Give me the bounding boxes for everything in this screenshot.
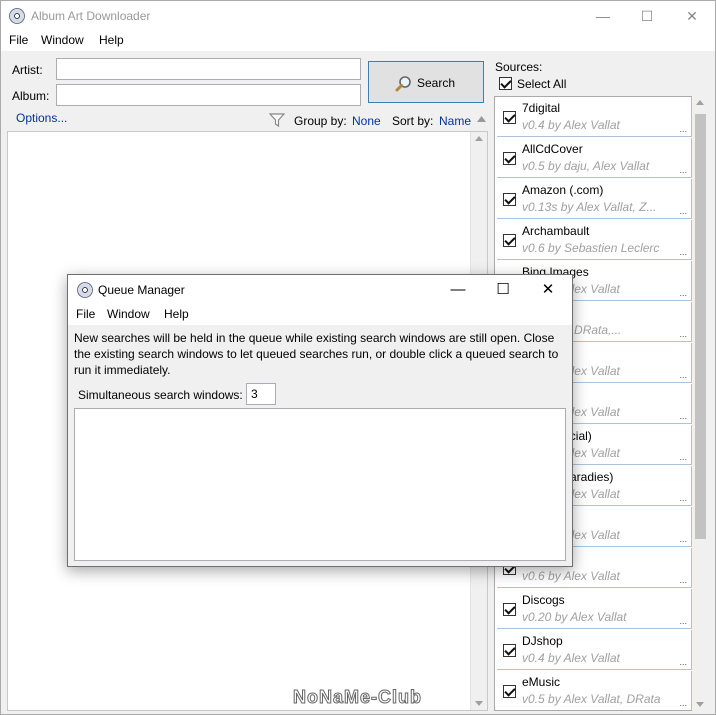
source-checkbox[interactable] <box>503 193 516 206</box>
source-checkbox[interactable] <box>503 685 516 698</box>
source-version: v0.4 by Alex Vallat <box>522 651 620 665</box>
source-options-icon[interactable]: ... <box>679 534 687 544</box>
source-checkbox[interactable] <box>503 603 516 616</box>
select-all-label[interactable]: Select All <box>517 77 566 91</box>
simultaneous-input[interactable]: 3 <box>246 383 276 405</box>
sources-header: Sources: <box>495 60 543 74</box>
source-version: v0.5 by daju, Alex Vallat <box>522 159 650 173</box>
source-options-icon[interactable]: ... <box>679 288 687 298</box>
scroll-down-icon[interactable] <box>696 702 704 707</box>
source-name: Discogs <box>522 593 565 607</box>
source-options-icon[interactable]: ... <box>679 329 687 339</box>
source-item[interactable]: Archambault v0.6 by Sebastien Leclerc ..… <box>497 220 692 260</box>
source-options-icon[interactable]: ... <box>679 452 687 462</box>
source-options-icon[interactable]: ... <box>679 616 687 626</box>
source-version: v0.20 by Alex Vallat <box>522 610 627 624</box>
title-bar[interactable]: Album Art Downloader — ☐ ✕ <box>1 1 715 31</box>
watermark: NoNaMe-Club <box>293 687 422 708</box>
dialog-minimize-button[interactable]: — <box>435 275 481 305</box>
minimize-button[interactable]: — <box>580 1 626 31</box>
source-version: v0.6 by Alex Vallat <box>522 569 620 583</box>
source-options-icon[interactable]: ... <box>679 698 687 708</box>
source-options-icon[interactable]: ... <box>679 165 687 175</box>
options-link[interactable]: Options... <box>16 111 67 125</box>
source-checkbox[interactable] <box>503 234 516 247</box>
app-disc-icon <box>77 282 93 298</box>
album-input[interactable] <box>56 84 361 106</box>
dialog-menu-help[interactable]: Help <box>164 307 189 321</box>
source-item[interactable]: Discogs v0.20 by Alex Vallat ... <box>497 589 692 629</box>
album-label: Album: <box>12 89 50 103</box>
source-item[interactable]: eMusic v0.5 by Alex Vallat, DRata ... <box>497 671 692 710</box>
source-version: v0.13s by Alex Vallat, Z... <box>522 200 657 214</box>
dialog-menu-window[interactable]: Window <box>107 307 150 321</box>
source-item[interactable]: DJshop v0.4 by Alex Vallat ... <box>497 630 692 670</box>
source-options-icon[interactable]: ... <box>679 124 687 134</box>
source-options-icon[interactable]: ... <box>679 370 687 380</box>
source-item[interactable]: AllCdCover v0.5 by daju, Alex Vallat ... <box>497 138 692 178</box>
dialog-close-button[interactable]: ✕ <box>525 275 571 305</box>
source-name: AllCdCover <box>522 142 583 156</box>
source-item[interactable]: 7digital v0.4 by Alex Vallat ... <box>497 97 692 137</box>
source-options-icon[interactable]: ... <box>679 411 687 421</box>
source-checkbox[interactable] <box>503 644 516 657</box>
sort-by-label: Sort by: <box>392 114 434 128</box>
source-options-icon[interactable]: ... <box>679 247 687 257</box>
select-all-checkbox[interactable] <box>499 77 512 90</box>
source-options-icon[interactable]: ... <box>679 493 687 503</box>
source-name: Archambault <box>522 224 590 238</box>
menu-file[interactable]: File <box>9 33 28 47</box>
search-button-label: Search <box>417 76 456 90</box>
artist-label: Artist: <box>12 63 43 77</box>
menu-bar: File Window Help <box>1 31 715 51</box>
source-options-icon[interactable]: ... <box>679 575 687 585</box>
source-checkbox[interactable] <box>503 111 516 124</box>
scroll-down-icon[interactable] <box>475 701 483 706</box>
dialog-menu-bar: File Window Help <box>68 305 572 325</box>
source-version: v0.5 by Alex Vallat, DRata <box>522 692 661 706</box>
sources-scrollbar[interactable] <box>692 96 709 711</box>
close-button[interactable]: ✕ <box>669 1 715 31</box>
source-name: Amazon (.com) <box>522 183 604 197</box>
search-icon <box>395 76 411 92</box>
queue-manager-dialog: Queue Manager — ☐ ✕ File Window Help New… <box>67 274 573 567</box>
queue-info-text: New searches will be held in the queue w… <box>74 331 559 377</box>
filter-icon[interactable] <box>269 113 285 127</box>
dialog-title-bar[interactable]: Queue Manager — ☐ ✕ <box>68 275 572 305</box>
dialog-menu-file[interactable]: File <box>76 307 95 321</box>
maximize-button[interactable]: ☐ <box>624 1 670 31</box>
simultaneous-label: Simultaneous search windows: <box>78 388 243 402</box>
source-options-icon[interactable]: ... <box>679 206 687 216</box>
source-options-icon[interactable]: ... <box>679 657 687 667</box>
source-version: v0.4 by Alex Vallat <box>522 118 620 132</box>
sort-by-value[interactable]: Name <box>439 114 471 128</box>
source-item[interactable]: Amazon (.com) v0.13s by Alex Vallat, Z..… <box>497 179 692 219</box>
menu-help[interactable]: Help <box>99 33 124 47</box>
dialog-title: Queue Manager <box>98 283 185 297</box>
dialog-maximize-button[interactable]: ☐ <box>480 275 526 305</box>
artist-input[interactable] <box>56 58 361 80</box>
app-disc-icon <box>9 8 25 24</box>
scroll-thumb[interactable] <box>695 114 706 539</box>
source-name: DJshop <box>522 634 563 648</box>
source-name: eMusic <box>522 675 561 689</box>
group-by-value[interactable]: None <box>352 114 381 128</box>
scroll-up-icon[interactable] <box>475 136 483 141</box>
scroll-up-icon[interactable] <box>696 100 704 105</box>
search-button[interactable]: Search <box>368 61 484 103</box>
window-title: Album Art Downloader <box>31 9 151 23</box>
sort-asc-icon[interactable] <box>477 116 486 122</box>
source-version: v0.6 by Sebastien Leclerc <box>522 241 660 255</box>
queue-list[interactable] <box>74 408 566 561</box>
source-name: 7digital <box>522 101 561 115</box>
menu-window[interactable]: Window <box>41 33 84 47</box>
source-checkbox[interactable] <box>503 152 516 165</box>
group-by-label: Group by: <box>294 114 347 128</box>
